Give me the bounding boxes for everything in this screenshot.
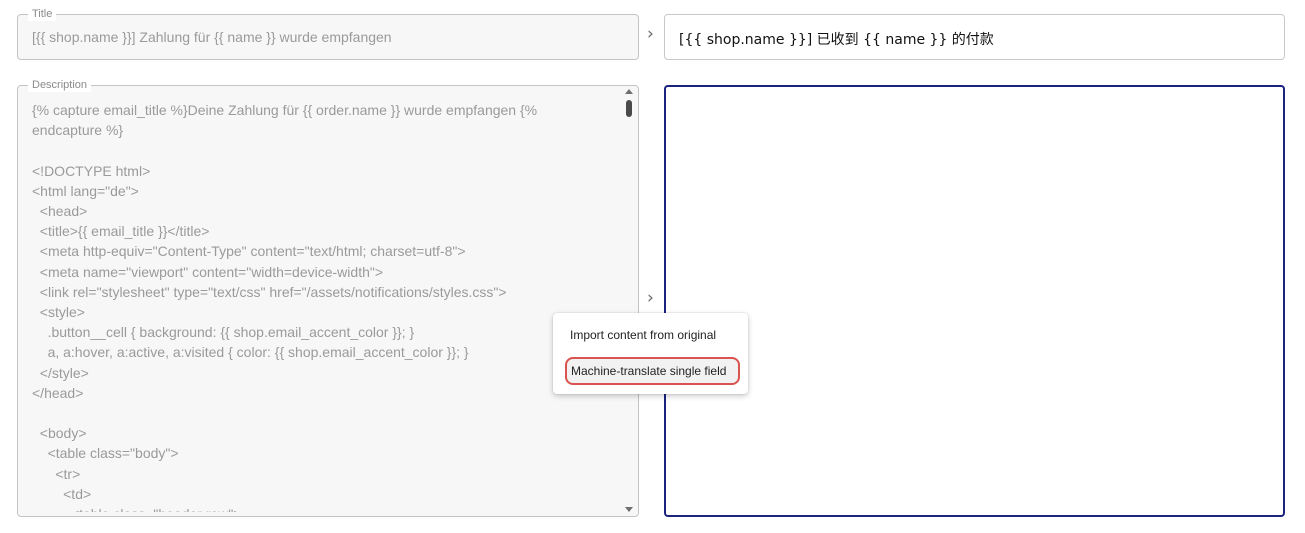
source-description-legend: Description: [28, 78, 92, 92]
scroll-down-arrow-icon[interactable]: [625, 507, 633, 512]
target-title-field[interactable]: [{{ shop.name }}] 已收到 {{ name }} 的付款: [664, 14, 1285, 60]
source-description-field: Description {% capture email_title %}Dei…: [17, 78, 639, 517]
source-title-legend: Title: [28, 7, 57, 21]
menu-item-import-content[interactable]: Import content from original: [553, 319, 748, 351]
chevron-right-icon[interactable]: ›: [647, 24, 654, 44]
source-description-value: {% capture email_title %}Deine Zahlung f…: [32, 102, 538, 512]
scrollbar-thumb[interactable]: [626, 100, 632, 117]
scroll-up-arrow-icon[interactable]: [625, 89, 633, 94]
target-description-field[interactable]: [664, 85, 1285, 517]
source-title-value: [{{ shop.name }}] Zahlung für {{ name }}…: [32, 29, 392, 45]
description-scrollbar[interactable]: [620, 86, 638, 516]
context-menu: Import content from original Machine-tra…: [553, 313, 748, 394]
menu-item-machine-translate[interactable]: Machine-translate single field: [565, 357, 740, 385]
source-title-field: Title [{{ shop.name }}] Zahlung für {{ n…: [17, 7, 639, 60]
target-title-value[interactable]: [{{ shop.name }}] 已收到 {{ name }} 的付款: [679, 29, 994, 49]
chevron-right-icon[interactable]: ›: [647, 288, 654, 308]
